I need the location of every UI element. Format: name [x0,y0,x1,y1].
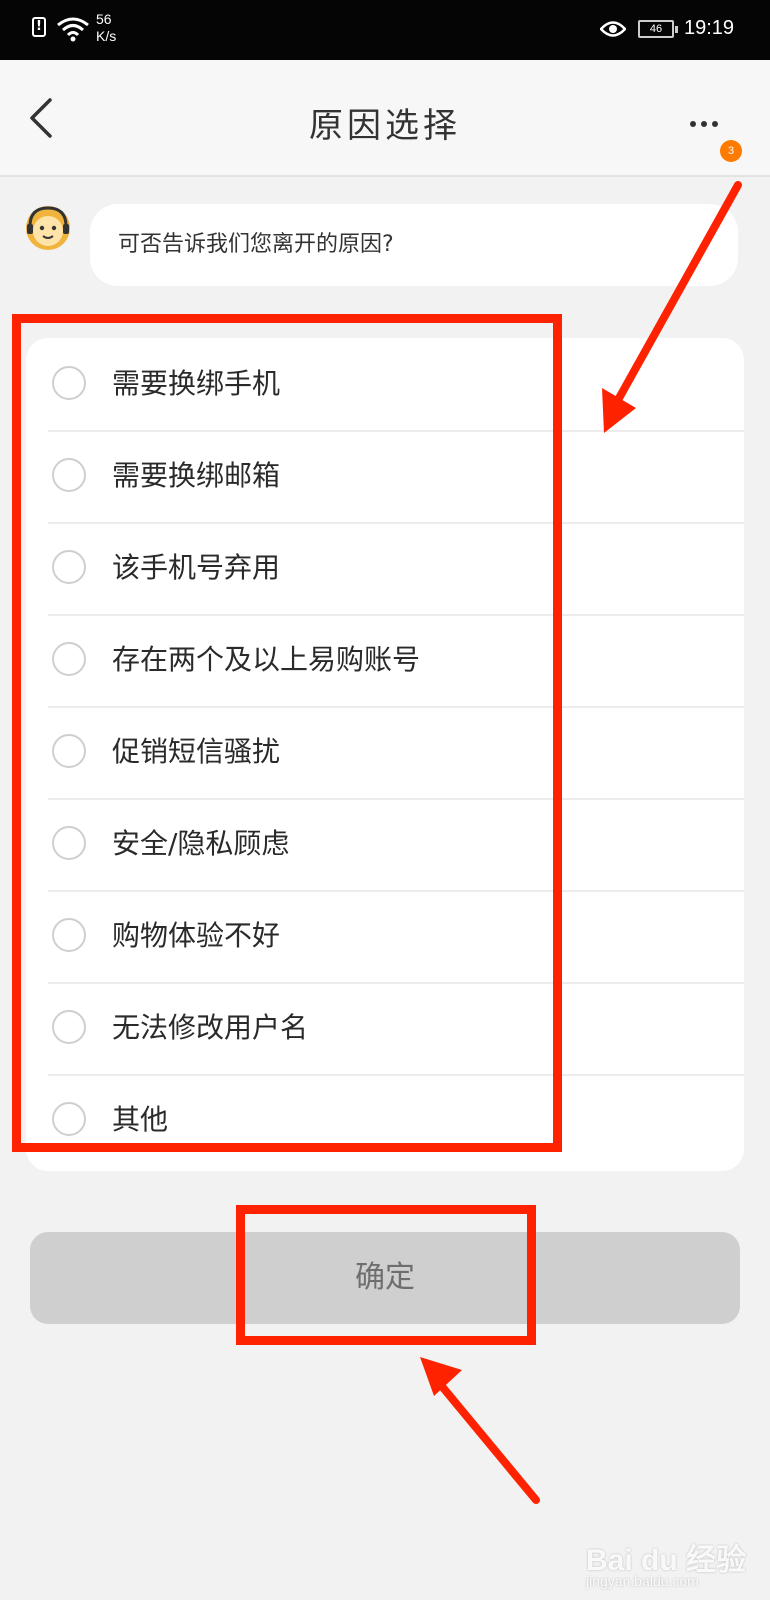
baidu-jingyan-watermark: Bai du 经验 jingyan.baidu.com [586,1535,756,1595]
assistant-avatar [26,206,70,250]
watermark-url: jingyan.baidu.com [586,1573,699,1589]
annotation-box-options [12,314,562,1152]
clock: 19:19 [684,17,735,39]
page-title: 原因选择 [309,106,461,146]
battery-icon: 46 [638,20,678,38]
status-bar: ! 56 K/s 46 19:19 [0,0,770,60]
nav-header: 原因选择 3 [0,60,770,177]
network-speed: 56 K/s [96,11,116,45]
alert-icon: ! [32,17,46,37]
network-speed-unit: K/s [96,28,117,44]
wifi-icon [57,17,89,42]
annotation-box-confirm [236,1205,536,1345]
question-bubble: 可否告诉我们您离开的原因? [90,204,738,286]
network-speed-value: 56 [96,11,112,27]
more-icon[interactable] [690,112,723,131]
annotation-arrow-bottom [420,1357,540,1504]
eye-icon [600,21,626,37]
notification-badge: 3 [720,140,742,162]
